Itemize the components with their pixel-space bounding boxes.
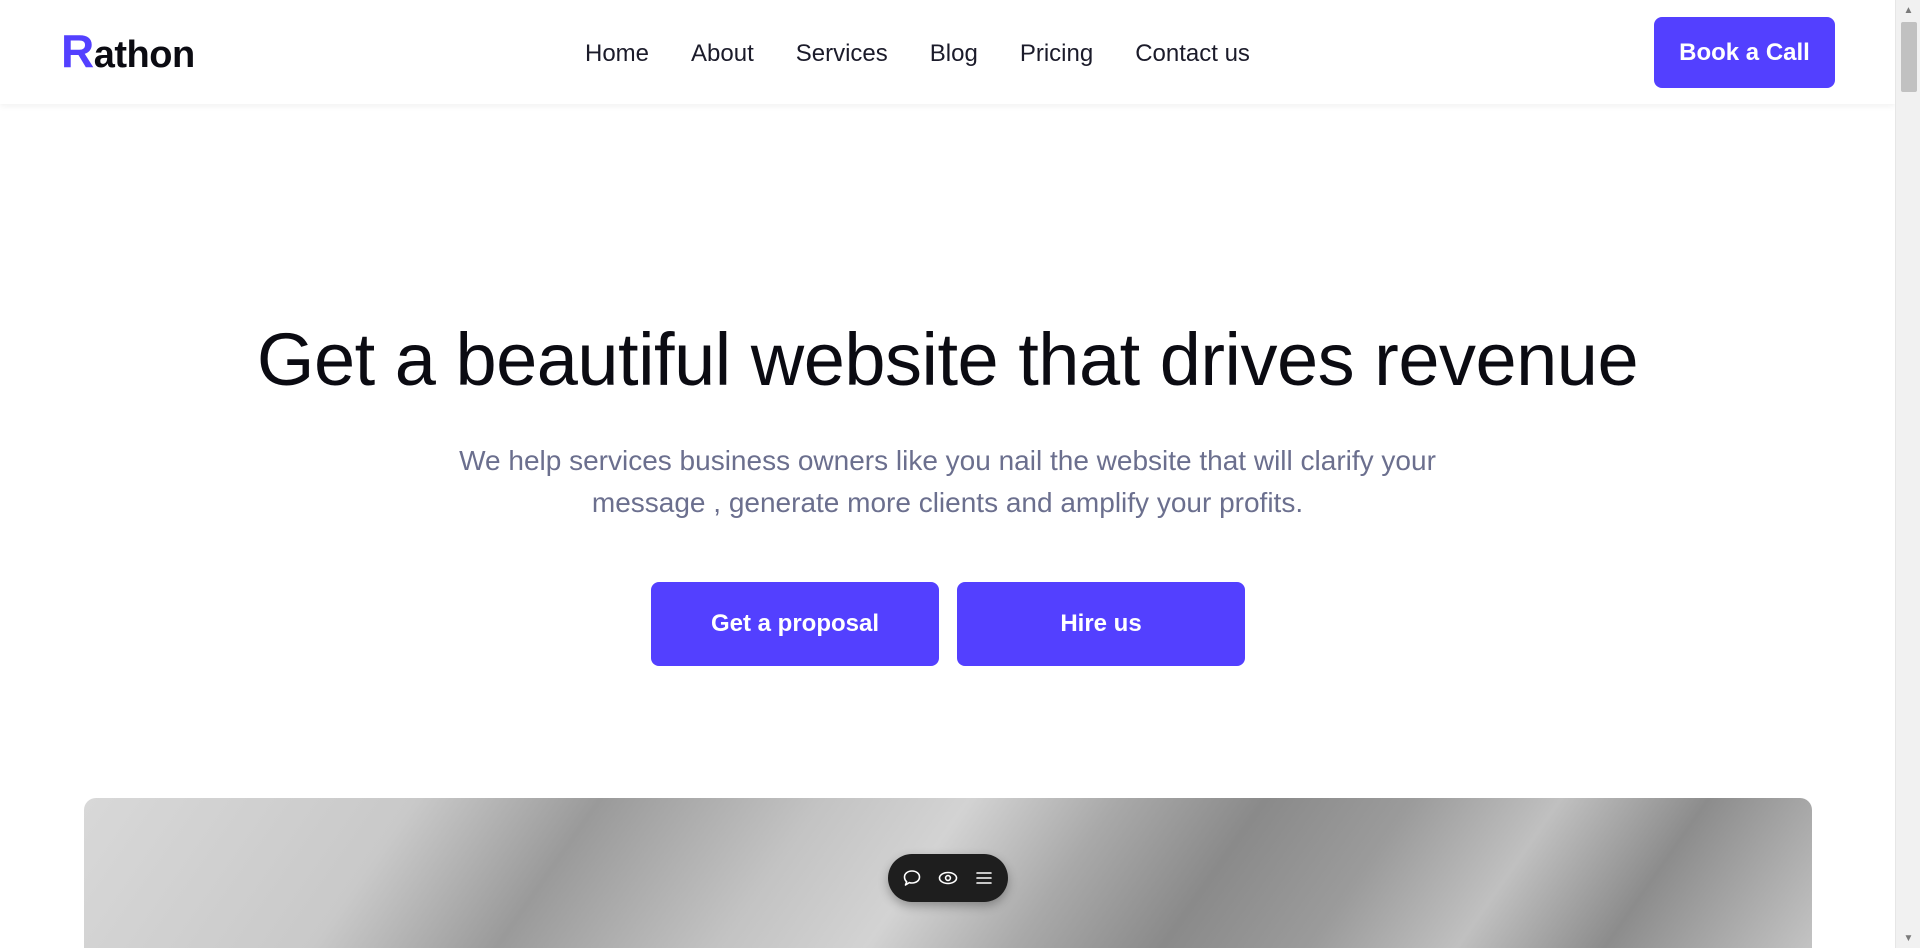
nav-contact[interactable]: Contact us — [1135, 40, 1250, 68]
logo[interactable]: Rathon — [61, 28, 195, 74]
hero-buttons: Get a proposal Hire us — [651, 582, 1245, 666]
menu-icon[interactable] — [973, 867, 995, 889]
scroll-up-arrow-icon[interactable]: ▲ — [1896, 0, 1920, 20]
logo-text: athon — [93, 34, 195, 76]
nav-blog[interactable]: Blog — [930, 40, 978, 68]
site-header: Rathon Home About Services Blog Pricing … — [0, 0, 1895, 104]
page: Rathon Home About Services Blog Pricing … — [0, 0, 1895, 948]
hire-us-button[interactable]: Hire us — [957, 582, 1245, 666]
floating-toolbar — [888, 854, 1008, 902]
logo-accent-letter: R — [61, 25, 94, 77]
book-a-call-button[interactable]: Book a Call — [1654, 17, 1835, 88]
nav-home[interactable]: Home — [585, 40, 649, 68]
hero-title: Get a beautiful website that drives reve… — [256, 318, 1639, 401]
hero-subtitle-line-1: We help services business owners like yo… — [459, 445, 1436, 476]
scroll-down-arrow-icon[interactable]: ▼ — [1896, 928, 1920, 948]
main-nav: Home About Services Blog Pricing Contact… — [585, 40, 1250, 68]
nav-about[interactable]: About — [691, 40, 754, 68]
nav-pricing[interactable]: Pricing — [1020, 40, 1093, 68]
hero-subtitle-line-2: message , generate more clients and ampl… — [591, 487, 1304, 518]
chat-bubble-icon[interactable] — [901, 867, 923, 889]
scroll-thumb[interactable] — [1901, 22, 1917, 92]
eye-icon[interactable] — [937, 867, 959, 889]
nav-services[interactable]: Services — [796, 40, 888, 68]
hero-subtitle: We help services business owners like yo… — [420, 440, 1475, 524]
get-a-proposal-button[interactable]: Get a proposal — [651, 582, 939, 666]
page-scrollbar[interactable]: ▲ ▼ — [1895, 0, 1920, 948]
